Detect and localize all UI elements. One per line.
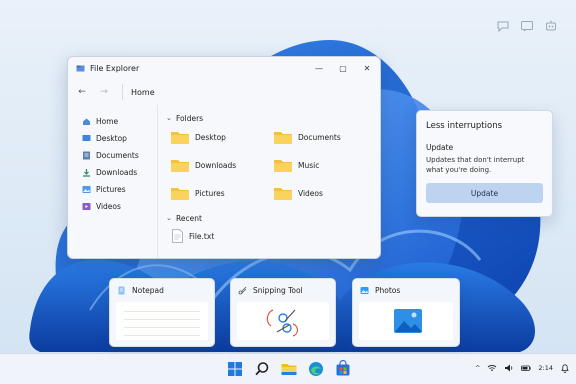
- title-bar[interactable]: File Explorer — ▢ ✕: [68, 57, 380, 79]
- file-explorer-icon[interactable]: [280, 360, 298, 378]
- folder-icon: [273, 185, 293, 201]
- top-right-tray: [496, 18, 558, 33]
- forward-button[interactable]: →: [98, 87, 110, 97]
- taskbar: ^ 2:14: [0, 353, 576, 384]
- sidebar-item-label: Videos: [96, 202, 121, 211]
- sidebar-item-videos[interactable]: Videos: [82, 198, 157, 215]
- thumbnail-label: Photos: [375, 285, 401, 295]
- folder-label: Downloads: [195, 160, 237, 170]
- maximize-button[interactable]: ▢: [338, 64, 348, 73]
- snipping-tool-preview: [237, 302, 329, 340]
- nav-divider: [122, 84, 123, 100]
- folder-grid: Desktop Documents Downloads Music Pictur…: [166, 127, 380, 203]
- folder-pictures[interactable]: Pictures: [170, 183, 273, 203]
- recent-section-header[interactable]: ⌄ Recent: [166, 209, 380, 227]
- thumbnail-label: Notepad: [132, 285, 164, 295]
- videos-icon: [82, 202, 91, 211]
- folder-label: Music: [298, 160, 320, 170]
- task-thumbnail-snipping-tool[interactable]: Snipping Tool: [230, 278, 336, 347]
- navigation-bar: ← → Home: [68, 79, 380, 105]
- sidebar-item-desktop[interactable]: Desktop: [82, 130, 157, 147]
- chevron-down-icon: ⌄: [166, 214, 172, 222]
- sidebar-item-label: Home: [96, 117, 119, 126]
- folder-videos[interactable]: Videos: [273, 183, 363, 203]
- file-name: File.txt: [189, 231, 215, 241]
- folder-icon: [170, 157, 190, 173]
- search-icon[interactable]: [253, 360, 271, 378]
- volume-icon[interactable]: [504, 363, 514, 373]
- task-thumbnail-notepad[interactable]: Notepad: [109, 278, 215, 347]
- photos-preview: [359, 302, 453, 340]
- sidebar-item-label: Documents: [96, 151, 139, 160]
- window-title: File Explorer: [90, 63, 140, 73]
- home-icon: [82, 117, 91, 126]
- folder-icon: [170, 129, 190, 145]
- sidebar-item-downloads[interactable]: Downloads: [82, 164, 157, 181]
- sidebar: Home Desktop Documents Downloads Picture…: [68, 105, 158, 258]
- section-title: Folders: [176, 113, 204, 123]
- documents-icon: [82, 151, 91, 160]
- folder-desktop[interactable]: Desktop: [170, 127, 273, 147]
- notification-bell-icon[interactable]: [560, 363, 570, 373]
- tray-overflow-chevron[interactable]: ^: [475, 364, 480, 372]
- battery-icon[interactable]: [521, 363, 532, 373]
- notepad-preview: [116, 302, 208, 340]
- windows-start-icon[interactable]: [226, 360, 244, 378]
- store-icon[interactable]: [334, 359, 352, 378]
- chevron-down-icon: ⌄: [166, 114, 172, 122]
- task-thumbnail-photos[interactable]: Photos: [352, 278, 460, 347]
- chat-icon[interactable]: [496, 18, 510, 33]
- update-button[interactable]: Update: [426, 183, 543, 203]
- text-file-icon: [172, 229, 183, 243]
- notification-heading: Less interruptions: [426, 121, 503, 131]
- minimize-button[interactable]: —: [314, 64, 324, 73]
- file-explorer-app-icon: [76, 64, 85, 73]
- image-icon: [394, 309, 422, 333]
- downloads-icon: [82, 168, 91, 177]
- content-pane: ⌄ Folders Desktop Documents Downloads Mu…: [158, 105, 380, 258]
- address-path[interactable]: Home: [131, 88, 155, 97]
- folder-label: Desktop: [195, 132, 226, 142]
- sidebar-item-label: Desktop: [96, 134, 127, 143]
- folder-icon: [170, 185, 190, 201]
- robot-icon[interactable]: [544, 18, 558, 32]
- folder-icon: [273, 157, 293, 173]
- folder-label: Videos: [298, 188, 323, 198]
- folder-label: Documents: [298, 132, 341, 142]
- wifi-icon[interactable]: [487, 363, 497, 373]
- notification-body: Updates that don't interrupt what you're…: [426, 156, 525, 174]
- file-explorer-window[interactable]: File Explorer — ▢ ✕ ← → Home Home Deskto…: [67, 56, 381, 259]
- notification-card[interactable]: Less interruptions Update Updates that d…: [416, 110, 553, 217]
- folder-downloads[interactable]: Downloads: [170, 155, 273, 175]
- folder-icon: [273, 129, 293, 145]
- photos-icon: [360, 286, 369, 295]
- snipping-tool-icon: [238, 286, 247, 295]
- message-icon[interactable]: [520, 18, 534, 32]
- folders-section-header[interactable]: ⌄ Folders: [166, 109, 380, 127]
- section-title: Recent: [176, 213, 202, 223]
- clock-time[interactable]: 2:14: [538, 364, 553, 372]
- pictures-icon: [82, 185, 91, 194]
- sidebar-item-label: Pictures: [96, 185, 126, 194]
- folder-music[interactable]: Music: [273, 155, 363, 175]
- notification-title: Update: [426, 143, 454, 152]
- sidebar-item-pictures[interactable]: Pictures: [82, 181, 157, 198]
- sidebar-item-home[interactable]: Home: [82, 113, 157, 130]
- sidebar-item-label: Downloads: [96, 168, 138, 177]
- recent-file-item[interactable]: File.txt: [166, 227, 380, 245]
- sidebar-item-documents[interactable]: Documents: [82, 147, 157, 164]
- close-button[interactable]: ✕: [362, 64, 372, 73]
- back-button[interactable]: ←: [76, 87, 88, 97]
- folder-documents[interactable]: Documents: [273, 127, 363, 147]
- thumbnail-label: Snipping Tool: [253, 285, 303, 295]
- folder-label: Pictures: [195, 188, 225, 198]
- scissors-icon: [266, 309, 299, 337]
- edge-icon[interactable]: [307, 360, 325, 378]
- desktop-icon: [82, 134, 91, 143]
- notepad-icon: [117, 286, 126, 295]
